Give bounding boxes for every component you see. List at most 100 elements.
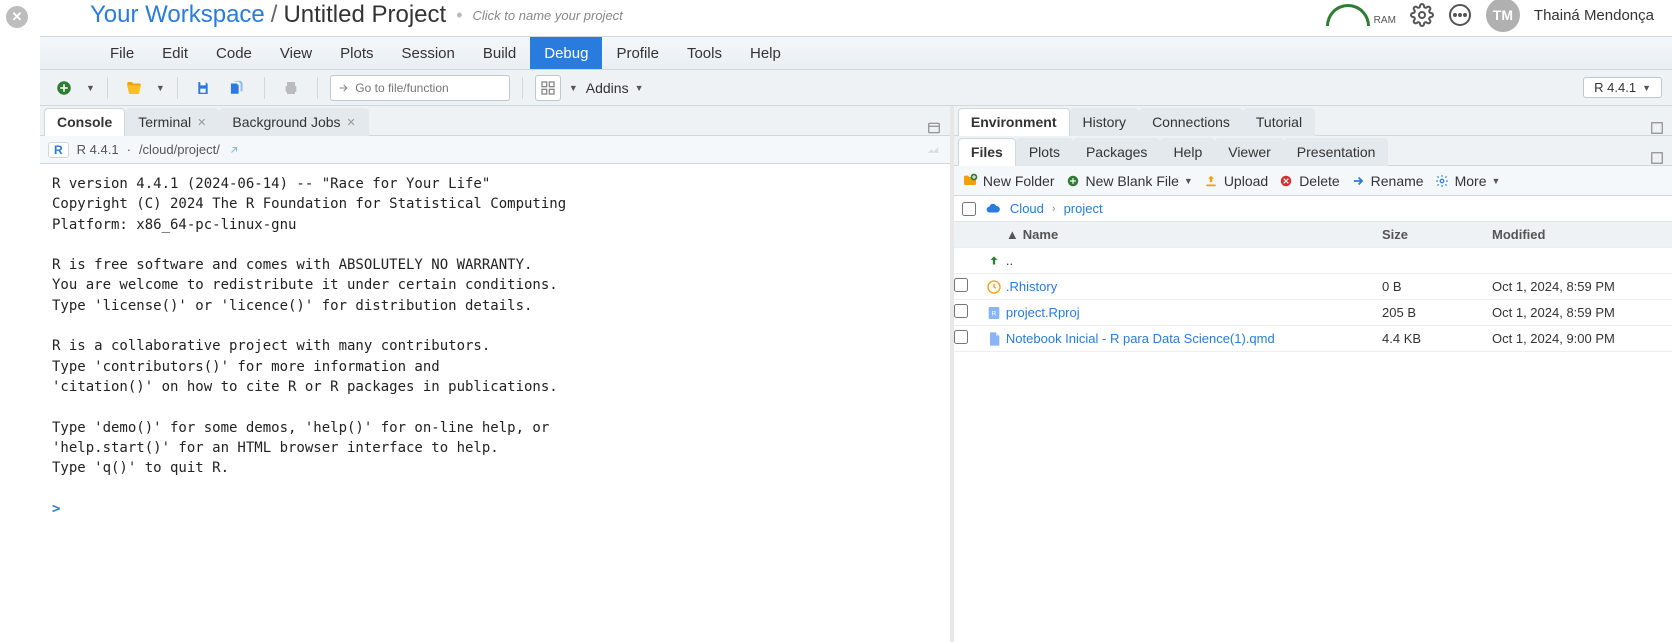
menu-item-code[interactable]: Code bbox=[202, 37, 266, 69]
tab-viewer[interactable]: Viewer bbox=[1215, 138, 1284, 166]
new-folder-label: New Folder bbox=[983, 173, 1055, 189]
tab-label: Console bbox=[57, 114, 112, 130]
new-file-caret-icon[interactable]: ▼ bbox=[86, 83, 95, 93]
path-popout-icon[interactable] bbox=[228, 144, 240, 156]
tab-packages[interactable]: Packages bbox=[1073, 138, 1160, 166]
tab-presentation[interactable]: Presentation bbox=[1284, 138, 1389, 166]
rename-button[interactable]: Rename bbox=[1350, 173, 1424, 189]
tab-label: Files bbox=[971, 144, 1003, 160]
tab-label: Background Jobs bbox=[232, 114, 340, 130]
grid-icon[interactable] bbox=[535, 75, 561, 101]
right-pane: Environment History ConnectionsTutorial Fi… bbox=[954, 106, 1672, 642]
pane-collapse-icon[interactable] bbox=[1650, 121, 1664, 135]
menu-item-debug[interactable]: Debug bbox=[530, 37, 602, 69]
more-menu-icon[interactable] bbox=[1448, 3, 1472, 27]
goto-input[interactable] bbox=[355, 81, 503, 95]
addins-menu[interactable]: Addins ▼ bbox=[586, 80, 644, 96]
file-row[interactable]: .Rhistory0 BOct 1, 2024, 8:59 PM bbox=[954, 274, 1672, 300]
upload-icon bbox=[1203, 173, 1219, 189]
menu-item-session[interactable]: Session bbox=[388, 37, 469, 69]
file-size: 205 B bbox=[1382, 305, 1492, 320]
breadcrumb-path[interactable]: project bbox=[1064, 201, 1103, 216]
file-checkbox[interactable] bbox=[954, 278, 968, 292]
goto-file-box[interactable] bbox=[330, 75, 510, 101]
new-blank-file-label: New Blank File bbox=[1086, 173, 1179, 189]
tab-label: Terminal bbox=[138, 114, 191, 130]
column-size[interactable]: Size bbox=[1382, 227, 1492, 242]
r-version-selector[interactable]: R 4.4.1 ▼ bbox=[1583, 77, 1662, 98]
pane-layout-icon[interactable] bbox=[926, 121, 942, 135]
new-blank-file-button[interactable]: New Blank File ▼ bbox=[1065, 173, 1193, 189]
save-all-icon[interactable] bbox=[224, 75, 252, 101]
menu-item-build[interactable]: Build bbox=[469, 37, 530, 69]
open-project-icon[interactable] bbox=[120, 75, 148, 101]
tab-label: Presentation bbox=[1297, 144, 1376, 160]
more-button[interactable]: More ▼ bbox=[1434, 173, 1501, 189]
tab-help[interactable]: Help bbox=[1160, 138, 1215, 166]
open-project-caret-icon[interactable]: ▼ bbox=[156, 83, 165, 93]
more-caret-icon: ▼ bbox=[1491, 176, 1500, 186]
clear-console-icon[interactable] bbox=[924, 143, 942, 157]
tab-files[interactable]: Files bbox=[958, 138, 1016, 166]
file-name[interactable]: project.Rproj bbox=[1006, 305, 1382, 320]
delete-label: Delete bbox=[1299, 173, 1339, 189]
files-up-row[interactable]: .. bbox=[954, 248, 1672, 274]
breadcrumb-root[interactable]: Cloud bbox=[1010, 201, 1044, 216]
delete-button[interactable]: Delete bbox=[1278, 173, 1339, 189]
menu-item-plots[interactable]: Plots bbox=[326, 37, 387, 69]
left-tabs: Console Terminal ✕ Background Jobs ✕ bbox=[40, 106, 950, 136]
ram-gauge-icon[interactable] bbox=[1326, 4, 1370, 26]
tab-console[interactable]: Console bbox=[44, 108, 125, 136]
right-bottom-tabs: Files PlotsPackages Help Viewer Presentation bbox=[954, 136, 1672, 166]
file-row[interactable]: Notebook Inicial - R para Data Science(1… bbox=[954, 326, 1672, 352]
upload-button[interactable]: Upload bbox=[1203, 173, 1268, 189]
tab-label: Help bbox=[1173, 144, 1202, 160]
project-hint[interactable]: Click to name your project bbox=[473, 8, 623, 23]
left-pane: ConsoleTerminal✕Background Jobs✕ R R 4.4… bbox=[40, 106, 954, 642]
select-all-checkbox[interactable] bbox=[962, 202, 976, 216]
print-icon[interactable] bbox=[277, 75, 305, 101]
menu-bar: FileEditCodeViewPlotsSessionBuildDebugPr… bbox=[40, 36, 1672, 70]
avatar[interactable]: TM bbox=[1486, 0, 1520, 32]
grid-caret-icon[interactable]: ▼ bbox=[569, 83, 578, 93]
ram-label: RAM bbox=[1374, 15, 1396, 26]
new-folder-button[interactable]: New Folder bbox=[962, 173, 1055, 189]
breadcrumb-sep: / bbox=[271, 1, 278, 29]
tab-label: History bbox=[1083, 114, 1127, 130]
close-icon[interactable]: ✕ bbox=[6, 6, 28, 28]
tab-plots[interactable]: Plots bbox=[1016, 138, 1073, 166]
file-checkbox[interactable] bbox=[954, 304, 968, 318]
tab-environment[interactable]: Environment bbox=[958, 108, 1070, 136]
menu-item-profile[interactable]: Profile bbox=[602, 37, 673, 69]
file-size: 0 B bbox=[1382, 279, 1492, 294]
tab-terminal[interactable]: Terminal ✕ bbox=[125, 108, 219, 136]
chevron-right-icon: › bbox=[1052, 203, 1056, 215]
file-name[interactable]: .Rhistory bbox=[1006, 279, 1382, 294]
file-name[interactable]: Notebook Inicial - R para Data Science(1… bbox=[1006, 331, 1382, 346]
user-name[interactable]: Thainá Mendonça bbox=[1534, 7, 1654, 24]
column-modified[interactable]: Modified bbox=[1492, 227, 1672, 242]
tab-tutorial[interactable]: Tutorial bbox=[1243, 108, 1315, 136]
console-output[interactable]: R version 4.4.1 (2024-06-14) -- "Race fo… bbox=[40, 164, 950, 642]
column-name[interactable]: ▲ Name bbox=[1006, 227, 1382, 242]
project-name[interactable]: Untitled Project bbox=[283, 1, 446, 29]
file-row[interactable]: Rproject.Rproj205 BOct 1, 2024, 8:59 PM bbox=[954, 300, 1672, 326]
new-file-icon[interactable] bbox=[50, 75, 78, 101]
tab-history[interactable]: History bbox=[1070, 108, 1140, 136]
menu-item-tools[interactable]: Tools bbox=[673, 37, 736, 69]
tab-background-jobs[interactable]: Background Jobs ✕ bbox=[219, 108, 368, 136]
tab-close-icon[interactable]: ✕ bbox=[197, 116, 206, 129]
tab-close-icon[interactable]: ✕ bbox=[347, 116, 356, 129]
file-checkbox[interactable] bbox=[954, 330, 968, 344]
menu-item-help[interactable]: Help bbox=[736, 37, 795, 69]
files-pane-collapse-icon[interactable] bbox=[1650, 151, 1664, 165]
file-type-icon: R bbox=[982, 305, 1006, 321]
menu-item-edit[interactable]: Edit bbox=[148, 37, 202, 69]
gear-icon[interactable] bbox=[1410, 3, 1434, 27]
menu-item-file[interactable]: File bbox=[96, 37, 148, 69]
console-prompt: > bbox=[52, 501, 60, 517]
save-icon[interactable] bbox=[190, 75, 216, 101]
tab-connections[interactable]: Connections bbox=[1139, 108, 1243, 136]
workspace-link[interactable]: Your Workspace bbox=[90, 1, 265, 29]
menu-item-view[interactable]: View bbox=[266, 37, 326, 69]
